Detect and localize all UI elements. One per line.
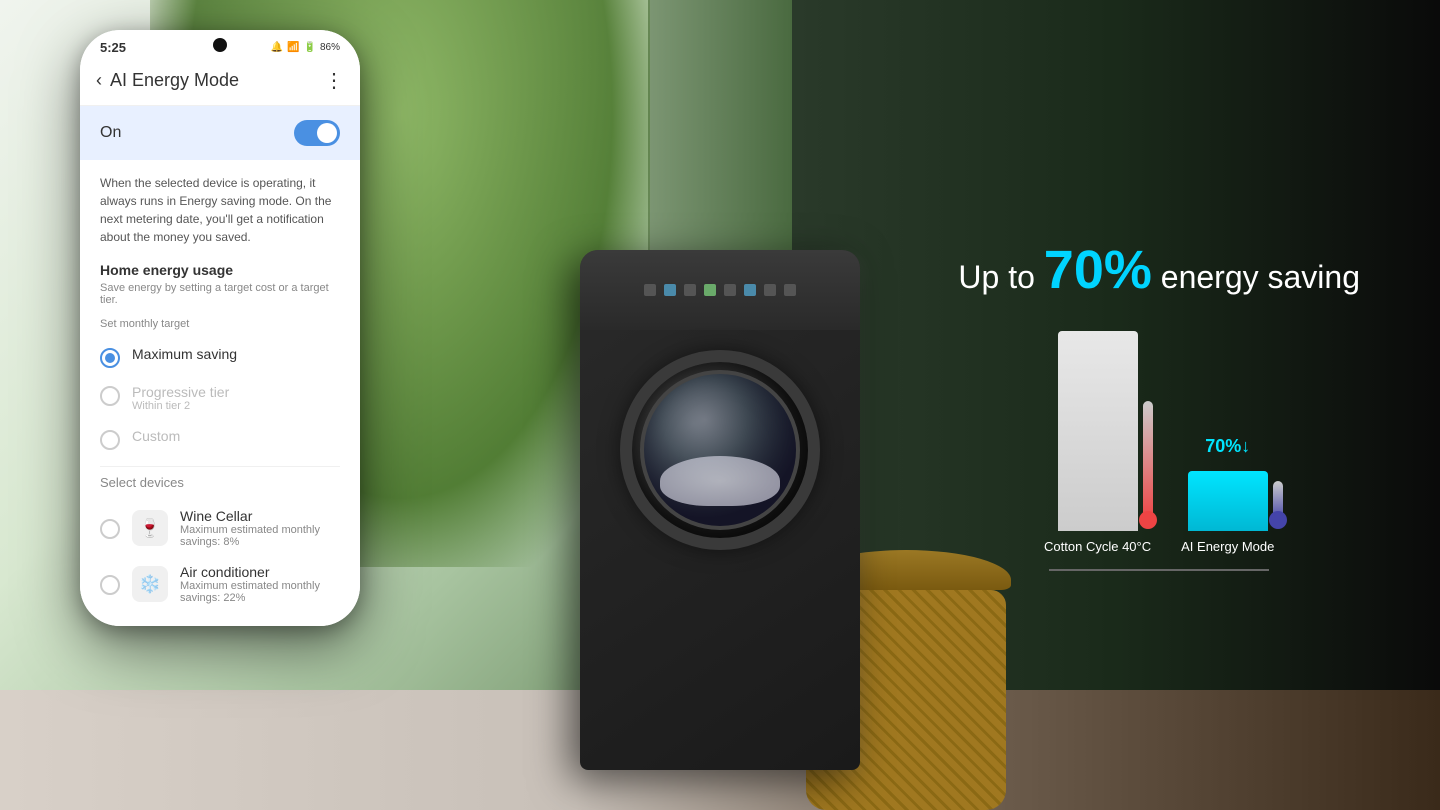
radio-text-progressive: Progressive tier Within tier 2 <box>132 384 229 412</box>
wm-btn-5 <box>724 284 736 296</box>
wm-top-panel <box>580 250 860 330</box>
wm-laundry <box>660 456 780 506</box>
wine-cellar-name: Wine Cellar <box>180 508 340 524</box>
battery-icon: 🔋 <box>304 42 316 53</box>
washing-machine <box>580 250 860 770</box>
description-text: When the selected device is operating, i… <box>100 174 340 246</box>
radio-custom[interactable]: Custom <box>100 420 340 458</box>
wm-btn-8 <box>784 284 796 296</box>
home-energy-title: Home energy usage <box>100 262 340 278</box>
radio-sub-progressive: Within tier 2 <box>132 400 229 412</box>
camera-notch <box>213 38 227 52</box>
home-energy-subtitle: Save energy by setting a target cost or … <box>100 282 340 306</box>
status-icons: 🔔 📶 🔋 86% <box>271 42 340 53</box>
toggle-switch[interactable] <box>294 120 340 146</box>
wm-door-inner <box>640 370 800 530</box>
more-menu-button[interactable]: ⋮ <box>324 68 344 93</box>
wm-door <box>620 350 820 550</box>
energy-suffix: energy saving <box>1161 259 1360 295</box>
set-monthly-target-label: Set monthly target <box>100 318 340 330</box>
bar-ai: 70%↓ <box>1188 471 1268 531</box>
app-header: ‹ AI Energy Mode ⋮ <box>80 60 360 106</box>
radio-maximum-saving[interactable]: Maximum saving <box>100 338 340 376</box>
wifi-icon: 📶 <box>287 42 299 53</box>
ac-name: Air conditioner <box>180 564 340 580</box>
radio-circle-maximum <box>100 348 120 368</box>
divider-1 <box>100 466 340 467</box>
radio-label-progressive: Progressive tier <box>132 384 229 400</box>
thermometer-ai <box>1273 481 1283 521</box>
wm-btn-3 <box>684 284 696 296</box>
phone: 5:25 🔔 📶 🔋 86% ‹ AI Energy Mode ⋮ On Whe… <box>80 30 360 626</box>
select-devices-title: Select devices <box>100 475 340 490</box>
bar-group-cotton: Cotton Cycle 40°C <box>1044 331 1151 554</box>
wm-door-area <box>580 330 860 570</box>
device-air-conditioner[interactable]: ❄️ Air conditioner Maximum estimated mon… <box>100 556 340 612</box>
wine-cellar-savings: Maximum estimated monthly savings: 8% <box>180 524 340 548</box>
washing-machine-container <box>560 250 880 810</box>
ac-icon: ❄️ <box>132 566 168 602</box>
wm-btn-6 <box>744 284 756 296</box>
wm-btn-2 <box>664 284 676 296</box>
chart-baseline <box>1049 569 1269 571</box>
ac-info: Air conditioner Maximum estimated monthl… <box>180 564 340 604</box>
energy-percent: 70% <box>1044 240 1152 300</box>
phone-wrapper: 5:25 🔔 📶 🔋 86% ‹ AI Energy Mode ⋮ On Whe… <box>80 30 400 626</box>
battery-percent: 86% <box>320 42 340 53</box>
ai-percent-badge: 70%↓ <box>1205 436 1250 457</box>
radio-circle-progressive <box>100 386 120 406</box>
radio-circle-ac <box>100 575 120 595</box>
wm-btn-7 <box>764 284 776 296</box>
wm-btn-1 <box>644 284 656 296</box>
radio-circle-custom <box>100 430 120 450</box>
toggle-row: On <box>80 106 360 160</box>
radio-label-maximum: Maximum saving <box>132 346 237 362</box>
toggle-label: On <box>100 124 121 142</box>
wm-btn-4 <box>704 284 716 296</box>
device-wine-cellar[interactable]: 🍷 Wine Cellar Maximum estimated monthly … <box>100 500 340 556</box>
status-time: 5:25 <box>100 40 126 55</box>
bar-ai-label: AI Energy Mode <box>1181 539 1274 554</box>
wine-cellar-info: Wine Cellar Maximum estimated monthly sa… <box>180 508 340 548</box>
radio-label-custom: Custom <box>132 428 180 444</box>
chart-bars: Cotton Cycle 40°C 70%↓ AI Energy Mode <box>1044 331 1274 554</box>
bar-cotton <box>1058 331 1138 531</box>
bar-group-ai: 70%↓ AI Energy Mode <box>1181 471 1274 554</box>
back-button[interactable]: ‹ <box>96 70 102 91</box>
ac-savings: Maximum estimated monthly savings: 22% <box>180 580 340 604</box>
bar-cotton-label: Cotton Cycle 40°C <box>1044 539 1151 554</box>
app-body: When the selected device is operating, i… <box>80 160 360 626</box>
notification-icon: 🔔 <box>271 42 283 53</box>
radio-text-maximum: Maximum saving <box>132 346 237 362</box>
radio-circle-wine <box>100 519 120 539</box>
wm-controls <box>644 284 796 296</box>
chart-area: Up to 70% energy saving Cotton Cycle 40°… <box>958 239 1360 571</box>
wine-cellar-icon: 🍷 <box>132 510 168 546</box>
radio-progressive-tier[interactable]: Progressive tier Within tier 2 <box>100 376 340 420</box>
app-title: AI Energy Mode <box>110 70 239 91</box>
thermometer-cotton <box>1143 401 1153 521</box>
energy-saving-label: Up to 70% energy saving <box>958 239 1360 301</box>
energy-prefix: Up to <box>958 259 1034 295</box>
radio-text-custom: Custom <box>132 428 180 444</box>
header-left: ‹ AI Energy Mode <box>96 70 239 91</box>
